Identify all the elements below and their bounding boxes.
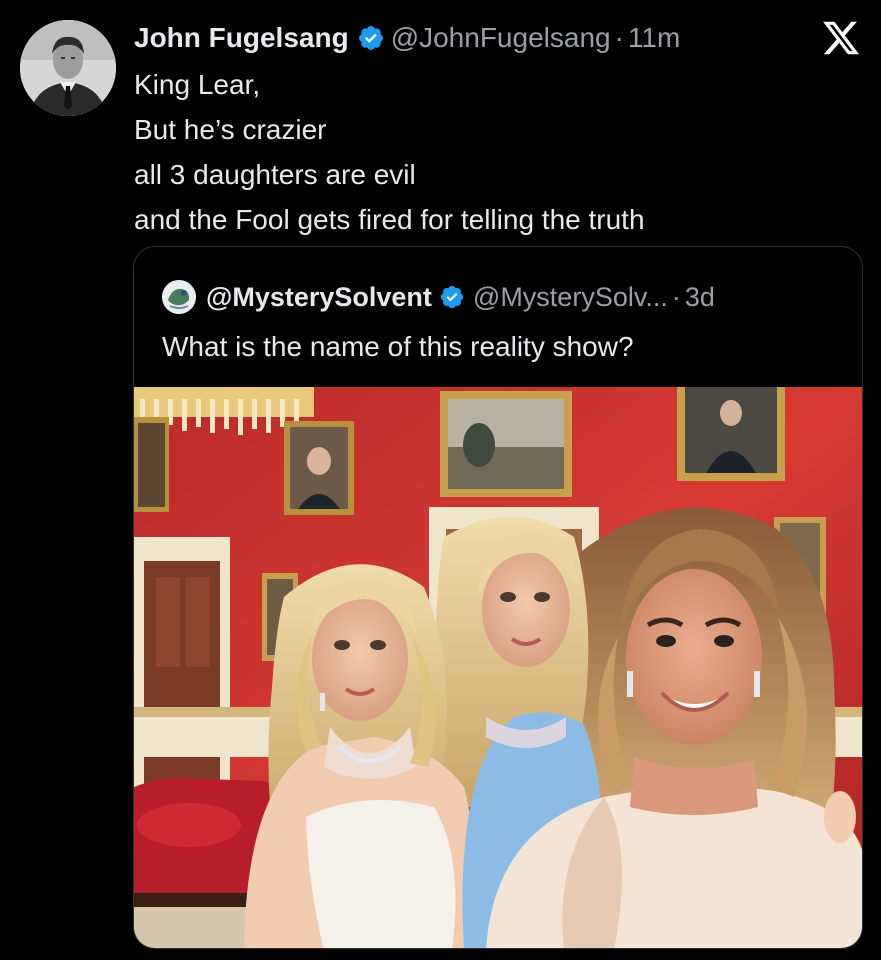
quoted-tweet-photo[interactable]: [134, 387, 862, 948]
x-logo-icon: [821, 18, 861, 58]
quoted-author-display-name[interactable]: @MysterySolvent: [206, 282, 432, 313]
tweet-line: all 3 daughters are evil: [134, 159, 416, 190]
tweet-card[interactable]: John Fugelsang @JohnFugelsang · 11m King…: [0, 0, 881, 960]
tweet-line: But he’s crazier: [134, 114, 327, 145]
quoted-tweet[interactable]: @MysterySolvent @MysterySolv... · 3d Wha…: [133, 246, 863, 949]
verified-badge-icon: [357, 24, 385, 52]
author-avatar[interactable]: [20, 20, 116, 116]
tweet-timestamp[interactable]: 11m: [628, 22, 680, 54]
quoted-tweet-text: What is the name of this reality show?: [162, 331, 634, 362]
quoted-tweet-header: @MysterySolvent @MysterySolv... · 3d: [162, 277, 715, 317]
tweet-line: and the Fool gets fired for telling the …: [134, 204, 645, 235]
separator-dot: ·: [671, 281, 681, 312]
tweet-line: King Lear,: [134, 69, 261, 100]
tweet-body: King Lear, But he’s crazier all 3 daught…: [134, 62, 854, 242]
verified-badge-icon: [439, 284, 465, 310]
quoted-author-handle[interactable]: @MysterySolv...: [473, 282, 668, 313]
tweet-header: John Fugelsang @JohnFugelsang · 11m: [134, 18, 680, 58]
quoted-tweet-timestamp[interactable]: 3d: [685, 282, 715, 313]
separator-dot: ·: [614, 22, 624, 53]
author-handle[interactable]: @JohnFugelsang: [391, 22, 611, 54]
author-display-name[interactable]: John Fugelsang: [134, 22, 349, 54]
quoted-author-avatar[interactable]: [162, 280, 196, 314]
